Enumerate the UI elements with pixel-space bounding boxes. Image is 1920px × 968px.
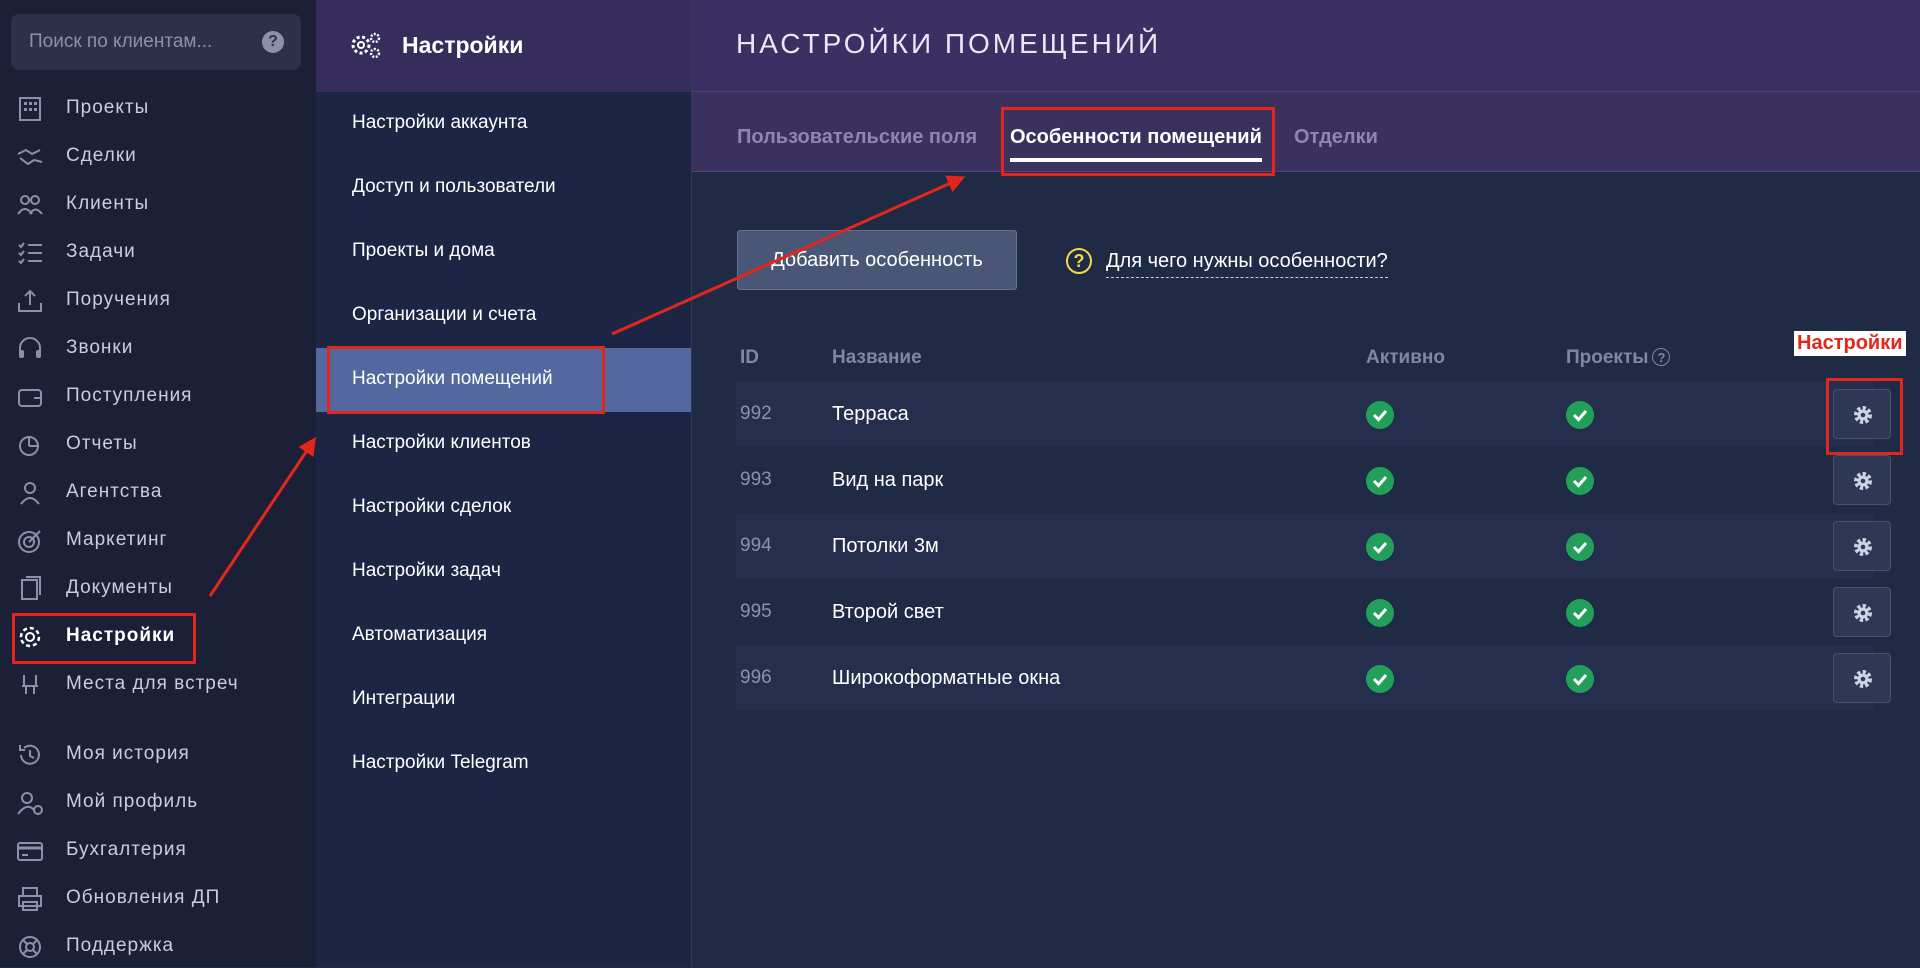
annotation-arrows bbox=[208, 175, 966, 597]
arrow-to-features-tab bbox=[611, 175, 966, 336]
arrow-to-premises-settings bbox=[208, 437, 316, 597]
